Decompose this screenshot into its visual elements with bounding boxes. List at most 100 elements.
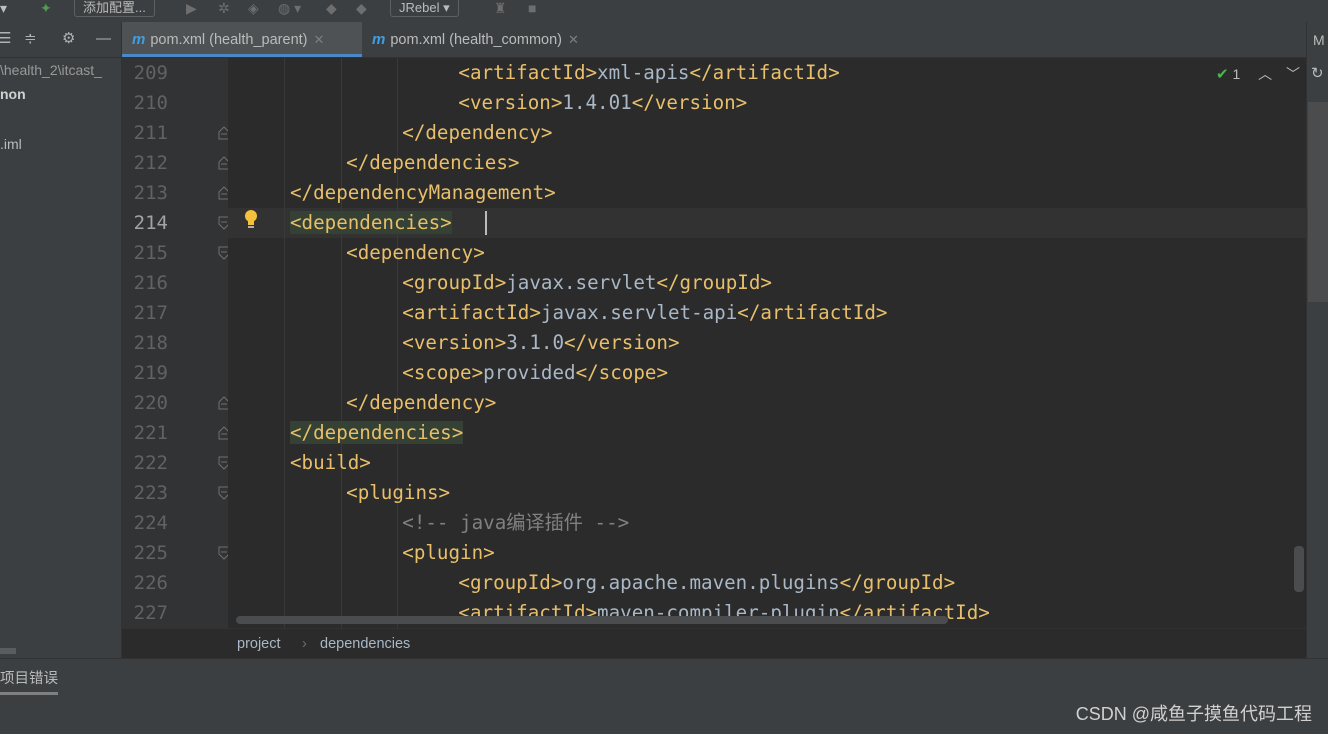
line-number[interactable]: 226 — [122, 568, 168, 598]
code-line[interactable]: </dependencies> — [290, 418, 464, 448]
jrebel-run-icon[interactable]: ◆ — [326, 0, 337, 18]
close-icon[interactable]: ✕ — [568, 32, 579, 47]
code-line[interactable]: <version>1.4.01</version> — [458, 88, 747, 118]
code-editor[interactable]: <artifactId>xml-apis</artifactId> <versio… — [228, 58, 1306, 628]
line-number[interactable]: 223 — [122, 478, 168, 508]
collapse-all-icon[interactable]: ≑ — [24, 30, 37, 48]
xml-tag: </dependencies> — [346, 151, 520, 174]
indent-guide — [341, 58, 342, 628]
lightbulb-icon[interactable] — [243, 209, 259, 229]
project-module-node[interactable]: non — [0, 86, 26, 102]
gear-icon[interactable]: ⚙ — [62, 30, 75, 48]
code-line[interactable]: </dependencyManagement> — [290, 178, 556, 208]
jrebel-remote-icon[interactable]: ♜ — [494, 0, 507, 18]
breadcrumb-project[interactable]: project — [237, 629, 281, 659]
code-line[interactable]: <artifactId>javax.servlet-api</artifactI… — [402, 298, 887, 328]
xml-tag: <plugins> — [346, 481, 451, 504]
line-number[interactable]: 214 — [122, 208, 168, 238]
line-number[interactable]: 224 — [122, 508, 168, 538]
code-line[interactable]: <artifactId>xml-apis</artifactId> — [458, 58, 839, 88]
expand-all-icon[interactable]: ☰ — [0, 30, 11, 48]
line-number[interactable]: 227 — [122, 598, 168, 628]
xml-tag: <artifactId> — [458, 61, 598, 84]
horizontal-scrollbar[interactable] — [236, 616, 948, 624]
line-number[interactable]: 213 — [122, 178, 168, 208]
line-number[interactable]: 225 — [122, 538, 168, 568]
code-line[interactable]: <plugin> — [402, 538, 494, 568]
line-number[interactable]: 216 — [122, 268, 168, 298]
xml-tag: <groupId> — [458, 571, 563, 594]
code-line[interactable]: <dependencies> — [290, 208, 452, 238]
breadcrumb: project › dependencies — [122, 628, 1306, 658]
xml-value: org.apache.maven.plugins — [562, 571, 840, 594]
project-tool-window: ☰ ≑ ⚙ — \health_2\itcast_ non .iml — [0, 22, 122, 658]
code-line[interactable]: </dependency> — [346, 388, 496, 418]
add-configuration-button[interactable]: 添加配置... — [74, 0, 155, 17]
xml-value: 3.1.0 — [506, 331, 565, 354]
code-line[interactable]: <scope>provided</scope> — [402, 358, 668, 388]
xml-tag: </artifactId> — [737, 301, 888, 324]
code-line[interactable]: <dependency> — [346, 238, 485, 268]
xml-value: javax.servlet-api — [540, 301, 738, 324]
line-number[interactable]: 210 — [122, 88, 168, 118]
code-line[interactable]: </dependency> — [402, 118, 552, 148]
watermark: CSDN @咸鱼子摸鱼代码工程 — [1075, 704, 1312, 724]
project-hscroll[interactable] — [0, 648, 16, 654]
main-toolbar: ▾ ✦ 添加配置... ▶ ✲ ◈ ◍ ▾ ◆ ◆ JRebel ▾ ♜ ■ — [0, 0, 1328, 22]
xml-tag: </version> — [631, 91, 748, 114]
jrebel-debug-icon[interactable]: ◆ — [356, 0, 367, 18]
build-hammer-icon[interactable]: ✦ — [40, 0, 52, 18]
dropdown-chevron-icon[interactable]: ▾ — [0, 0, 7, 18]
code-line[interactable]: <plugins> — [346, 478, 450, 508]
line-number[interactable]: 209 — [122, 58, 168, 88]
right-scroll-thumb[interactable] — [1308, 102, 1328, 302]
code-line[interactable]: <groupId>org.apache.maven.plugins</group… — [458, 568, 955, 598]
line-number[interactable]: 219 — [122, 358, 168, 388]
line-number[interactable]: 211 — [122, 118, 168, 148]
xml-tag: </version> — [564, 331, 680, 354]
stop-icon[interactable]: ■ — [528, 0, 536, 18]
chevron-up-icon[interactable]: ︿ — [1258, 66, 1272, 82]
close-icon[interactable]: ✕ — [314, 32, 325, 47]
inspection-widget[interactable]: ✔ 1 ︿ ﹀ — [1216, 64, 1300, 84]
code-line[interactable]: <!-- java编译插件 --> — [402, 508, 629, 538]
line-number[interactable]: 221 — [122, 418, 168, 448]
line-number[interactable]: 212 — [122, 148, 168, 178]
code-line[interactable]: <groupId>javax.servlet</groupId> — [402, 268, 772, 298]
xml-tag: <dependencies> — [290, 211, 452, 234]
minimize-icon[interactable]: — — [96, 30, 111, 48]
xml-tag: <artifactId> — [402, 301, 541, 324]
profile-icon[interactable]: ◍ ▾ — [278, 0, 301, 18]
tab-pom-health-parent[interactable]: m pom.xml (health_parent) ✕ — [122, 22, 362, 57]
code-line[interactable]: <version>3.1.0</version> — [402, 328, 679, 358]
maven-m-icon: m — [132, 31, 146, 48]
line-number[interactable]: 222 — [122, 448, 168, 478]
text-caret — [485, 211, 487, 235]
xml-value: provided — [483, 361, 576, 384]
jrebel-dropdown[interactable]: JRebel ▾ — [390, 0, 459, 17]
breadcrumb-dependencies[interactable]: dependencies — [320, 629, 410, 659]
tab-pom-health-common[interactable]: m pom.xml (health_common) ✕ — [364, 22, 620, 57]
chevron-down-icon[interactable]: ﹀ — [1286, 66, 1300, 82]
editor-gutter[interactable]: 209 210 211 212 213 214 215 216 217 218 219 220 221 2… — [122, 58, 230, 628]
refresh-icon[interactable]: ↻ — [1311, 64, 1324, 82]
project-path[interactable]: \health_2\itcast_ — [0, 62, 102, 78]
xml-tag: </groupId> — [656, 271, 772, 294]
code-line[interactable]: </dependencies> — [346, 148, 519, 178]
code-line[interactable]: <build> — [290, 448, 371, 478]
tab-project-errors[interactable]: 项目错误 — [0, 667, 58, 695]
coverage-icon[interactable]: ◈ — [248, 0, 259, 18]
line-number[interactable]: 220 — [122, 388, 168, 418]
iml-file-node[interactable]: .iml — [0, 136, 22, 152]
line-number[interactable]: 217 — [122, 298, 168, 328]
xml-tag: <plugin> — [402, 541, 495, 564]
maven-tool-button[interactable]: M — [1313, 32, 1325, 48]
debug-icon[interactable]: ✲ — [218, 0, 230, 18]
vertical-scrollbar[interactable] — [1294, 546, 1304, 592]
line-number[interactable]: 218 — [122, 328, 168, 358]
xml-tag: <scope> — [402, 361, 484, 384]
xml-value: 1.4.01 — [562, 91, 632, 114]
line-number[interactable]: 215 — [122, 238, 168, 268]
run-icon[interactable]: ▶ — [186, 0, 197, 18]
xml-value: xml-apis — [597, 61, 690, 84]
